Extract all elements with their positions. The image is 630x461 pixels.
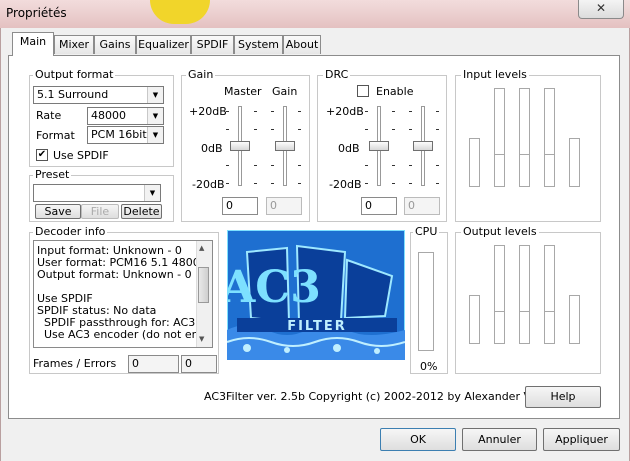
chevron-down-icon: ▼ [147,108,163,124]
output-levels-title: Output levels [461,225,539,238]
gain-scale-mid: 0dB [201,142,223,155]
scroll-up-icon[interactable]: ▲ [199,244,204,252]
help-button[interactable]: Help [525,386,601,408]
tab-about[interactable]: About [283,35,321,54]
logo-text: AC3 [227,262,321,313]
window-title: Propriétés [6,6,67,20]
input-level-meter [519,88,530,187]
file-button[interactable]: File [81,204,119,219]
decoder-info-title: Decoder info [33,225,108,238]
input-level-meter [469,138,480,187]
preset-select[interactable]: ▼ [33,184,161,202]
input-level-meter [569,138,580,187]
tab-system[interactable]: System [234,35,283,54]
cancel-button[interactable]: Annuler [462,428,537,451]
tab-gains[interactable]: Gains [94,35,136,54]
drc-slider-2-thumb[interactable] [413,141,433,151]
preset-title: Preset [33,168,72,181]
input-level-meter [544,88,555,187]
drc-enable-checkbox[interactable] [357,85,369,97]
gain-scale-bottom: -20dB [192,178,225,191]
gain-slider-thumb[interactable] [275,141,295,151]
master-label: Master [224,85,262,98]
drc-scale-mid: 0dB [338,142,360,155]
chevron-down-icon: ▼ [147,127,163,143]
use-spdif-label: Use SPDIF [53,149,109,162]
decoder-scrollbar[interactable]: ▲ ▼ [196,241,212,347]
use-spdif-checkbox[interactable]: ✔ [36,149,48,161]
close-button[interactable]: ✕ [578,0,624,19]
output-level-meter [494,245,505,344]
drc-scale-top: +20dB [326,105,364,118]
input-level-meter [494,88,505,187]
ok-button[interactable]: OK [380,428,456,451]
cpu-value: 0% [420,360,438,373]
frames-errors-label: Frames / Errors [33,357,117,370]
sample-format-select[interactable]: PCM 16bit ▼ [87,126,164,144]
cpu-meter [418,252,434,351]
gain-label: Gain [272,85,298,98]
drc-value-input[interactable]: 0 [361,197,397,215]
decoder-info-text[interactable]: Input format: Unknown - 0 User format: P… [33,240,213,348]
drc-slider-1-thumb[interactable] [369,141,389,151]
scrollbar-thumb[interactable] [198,267,209,303]
close-icon: ✕ [595,1,607,15]
drc-enable-label: Enable [376,85,414,98]
cpu-title: CPU [413,225,440,238]
gain-value-input[interactable]: 0 [266,197,302,215]
apply-button[interactable]: Appliquer [543,428,620,451]
channel-format-select[interactable]: 5.1 Surround ▼ [33,86,164,104]
tab-main[interactable]: Main [12,32,54,56]
scroll-down-icon[interactable]: ▼ [199,335,204,343]
chevron-down-icon: ▼ [144,185,160,201]
errors-value: 0 [181,355,217,373]
ac3filter-logo: AC3 FILTER [227,230,405,360]
output-format-title: Output format [33,68,116,81]
drc-title: DRC [323,68,351,81]
gain-scale-top: +20dB [189,105,227,118]
logo-banner-text: FILTER [287,319,347,334]
master-gain-input[interactable]: 0 [222,197,258,215]
drc-value-2-input[interactable]: 0 [404,197,440,215]
rate-select[interactable]: 48000 ▼ [87,107,164,125]
rate-label: Rate [36,109,62,122]
tab-spdif[interactable]: SPDIF [191,35,234,54]
title-bar[interactable] [0,0,630,28]
delete-button[interactable]: Delete [121,204,162,219]
drc-scale-bottom: -20dB [329,178,362,191]
output-level-meter [569,295,580,344]
tab-mixer[interactable]: Mixer [54,35,94,54]
output-level-meter [544,245,555,344]
input-levels-title: Input levels [461,68,529,81]
frames-value: 0 [128,355,179,373]
copyright-text: AC3Filter ver. 2.5b Copyright (c) 2002-2… [204,390,573,403]
chevron-down-icon: ▼ [147,87,163,103]
gain-title: Gain [186,68,216,81]
output-level-meter [519,245,530,344]
format-label: Format [36,129,75,142]
save-button[interactable]: Save [35,204,81,219]
tab-equalizer[interactable]: Equalizer [136,35,191,54]
master-slider-thumb[interactable] [230,141,250,151]
output-level-meter [469,295,480,344]
